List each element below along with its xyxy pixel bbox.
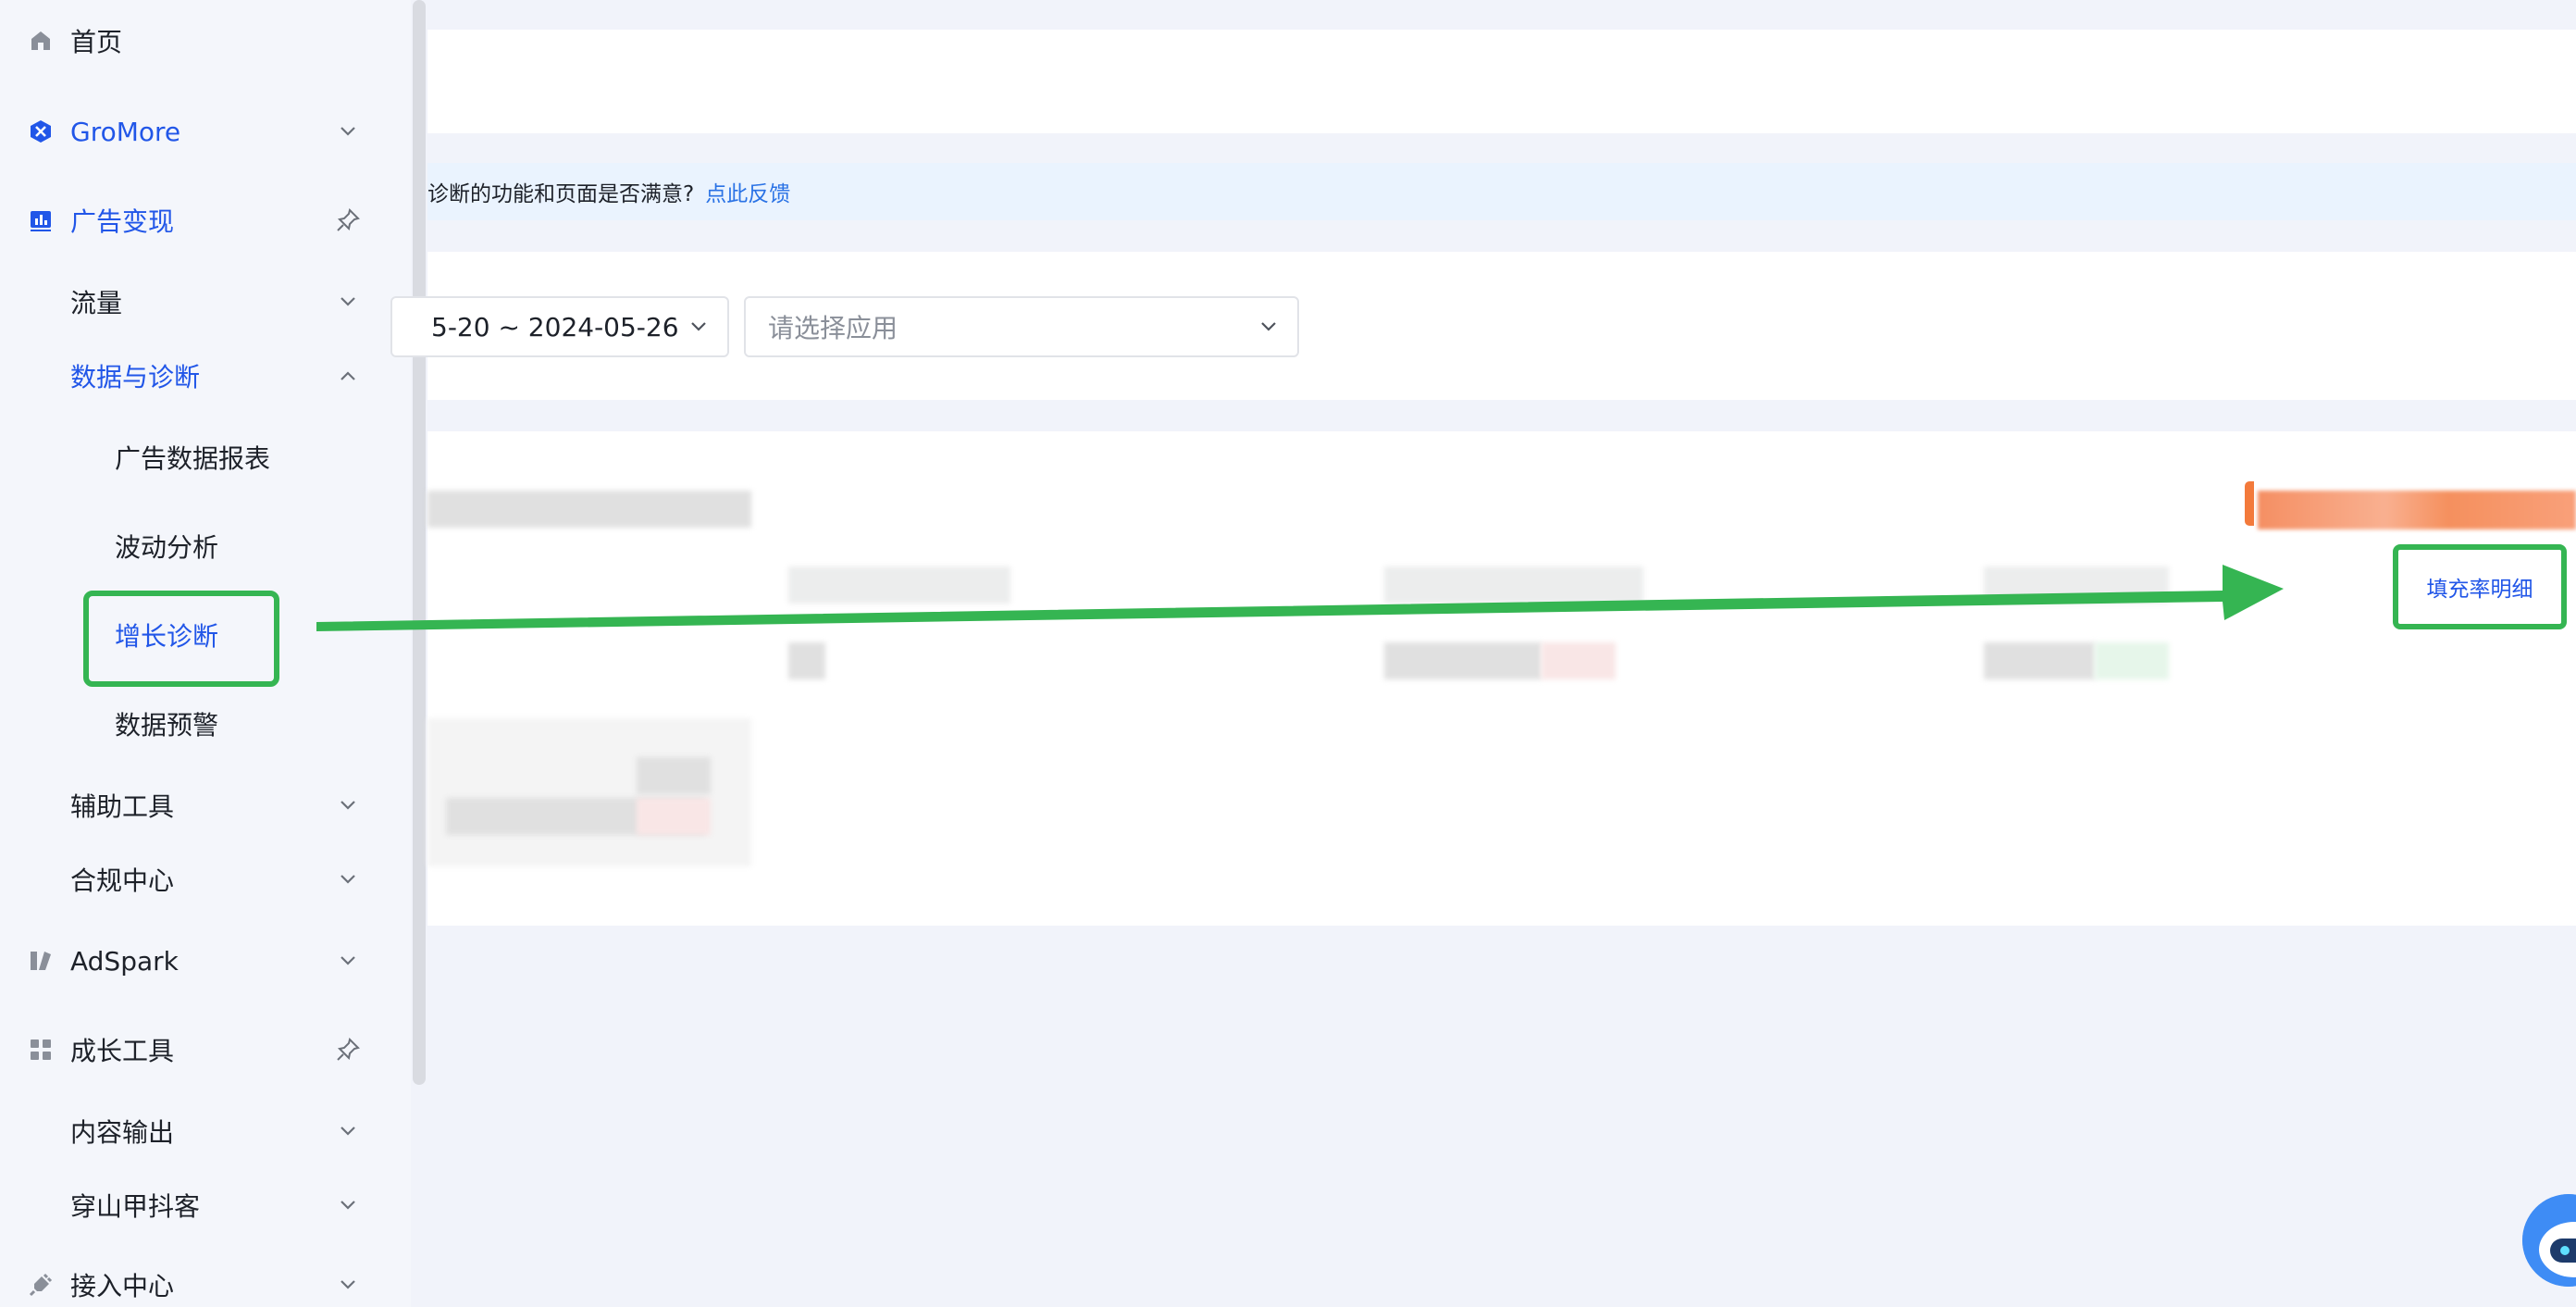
annotation-arrow [316, 565, 2284, 631]
